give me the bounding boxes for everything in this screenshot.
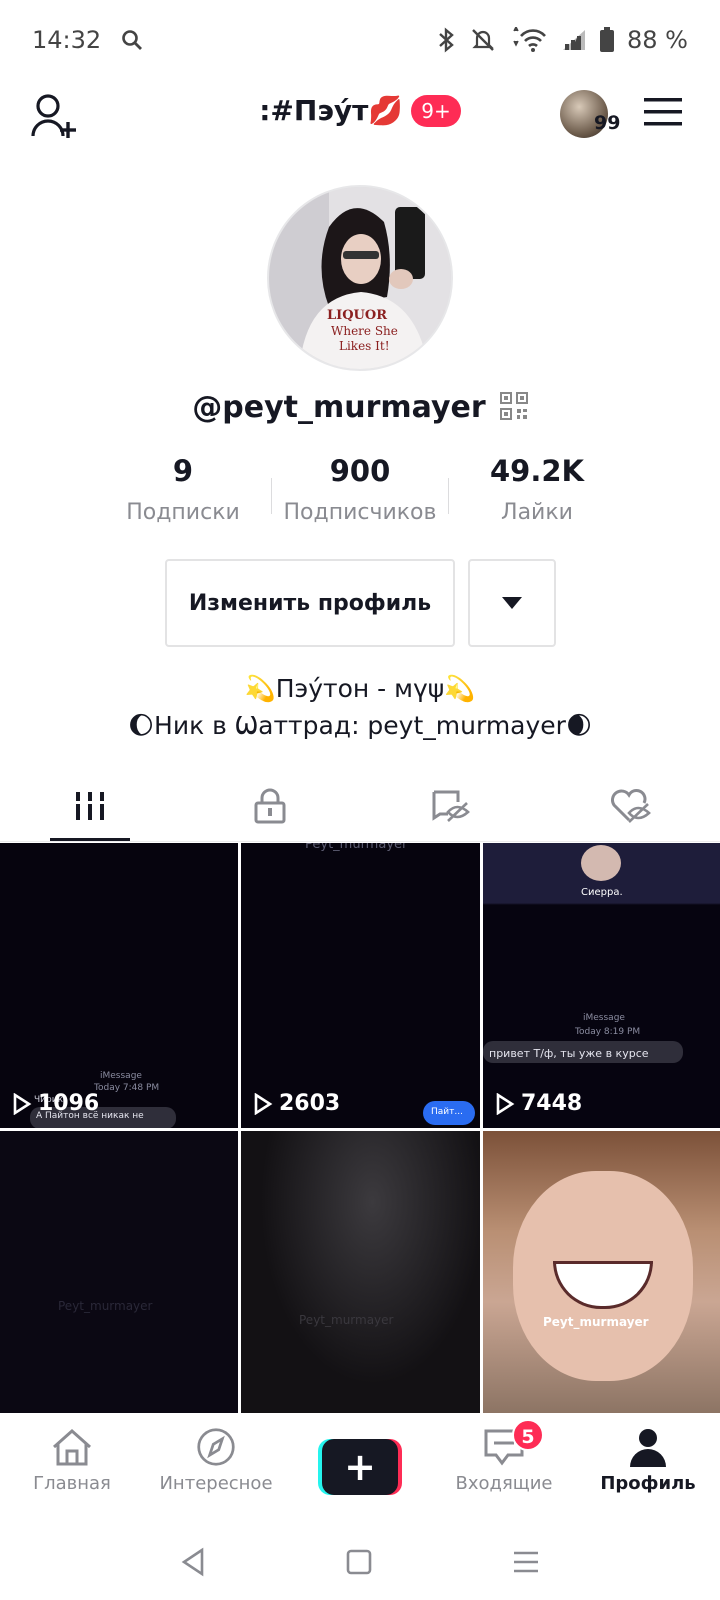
tagged-icon: [432, 790, 470, 822]
nav-inbox-label: Входящие: [455, 1473, 553, 1494]
compass-icon: [197, 1428, 235, 1466]
nav-home-label: Главная: [33, 1473, 111, 1494]
view-count: 7448: [495, 1091, 582, 1116]
likes-label: Лайки: [501, 500, 573, 525]
grid-icon: [76, 791, 104, 820]
play-icon: [496, 1092, 515, 1115]
play-icon: [254, 1092, 273, 1115]
signal-icon: [561, 28, 587, 52]
qr-code-icon[interactable]: [499, 391, 528, 424]
bottom-nav: Главная Интересное + 5 Входящие Профиль: [0, 1413, 720, 1528]
header-avatar-count: 99: [594, 112, 621, 134]
video-thumbnail[interactable]: Peyt_murmayer: [483, 1131, 720, 1413]
stat-likes[interactable]: 49.2K Лайки: [449, 450, 625, 530]
view-count-value: 1096: [38, 1091, 100, 1116]
tab-liked[interactable]: [540, 770, 720, 841]
menu-button[interactable]: [644, 97, 682, 127]
profile-stats: 9 Подписки 900 Подписчиков 49.2K Лайки: [95, 450, 625, 530]
tab-tagged[interactable]: [360, 770, 540, 841]
username-row: @peyt_murmayer: [0, 390, 720, 425]
play-icon: [13, 1092, 32, 1115]
battery-percent: 88 %: [627, 26, 688, 54]
view-count: 2603: [253, 1091, 340, 1116]
create-button[interactable]: +: [318, 1439, 402, 1495]
suggested-accounts-button[interactable]: [468, 559, 556, 647]
liked-hidden-icon: [611, 788, 651, 823]
inbox-badge: 5: [512, 1419, 544, 1451]
content-tabs: [0, 770, 720, 842]
profile-bio: 💫Пэýтон - мүψ💫 🌔Ник в Ѡаттрад: peyt_murm…: [0, 670, 720, 744]
following-label: Подписки: [126, 500, 240, 525]
contact-avatar: [581, 845, 621, 881]
nav-home[interactable]: Главная: [0, 1413, 144, 1528]
followers-label: Подписчиков: [283, 500, 437, 525]
nav-inbox[interactable]: 5 Входящие: [432, 1413, 576, 1528]
thumbnail-text: Today 7:48 PM: [94, 1083, 160, 1093]
back-icon[interactable]: [180, 1547, 206, 1581]
nav-create[interactable]: +: [288, 1413, 432, 1528]
bluetooth-icon: [435, 27, 457, 53]
bio-line-1: 💫Пэýтон - мүψ💫: [244, 674, 476, 703]
home-square-icon[interactable]: [346, 1549, 372, 1579]
bio-line-2: 🌔Ник в Ѡаттрад: peyt_murmayer🌒: [127, 711, 593, 740]
search-icon: [121, 29, 143, 51]
view-count: 1096: [12, 1091, 99, 1116]
notifications-badge: 9+: [411, 94, 461, 127]
video-grid: iMessage Today 7:48 PM Чирик А Пайтон вс…: [0, 843, 720, 1413]
thumbnail-watermark: Peyt_murmayer: [299, 1313, 394, 1327]
nav-profile[interactable]: Профиль: [576, 1413, 720, 1528]
svg-text:Likes It!: Likes It!: [339, 339, 390, 353]
view-count-value: 2603: [279, 1091, 341, 1116]
mute-icon: [469, 26, 497, 54]
profile-header: :#Пэýт💋 9+ 99: [0, 80, 720, 150]
thumbnail-watermark: Peyt_murmayer: [305, 843, 408, 852]
thumbnail-text: Today 8:19 PM: [575, 1027, 641, 1037]
thumbnail-text: iMessage: [583, 1013, 625, 1023]
thumbnail-text: Пайт...: [431, 1107, 463, 1117]
recents-icon[interactable]: [512, 1549, 540, 1579]
followers-count: 900: [329, 454, 391, 488]
tab-videos[interactable]: [0, 770, 180, 841]
avatar-photo: LIQUOR Where She Likes It!: [269, 187, 451, 369]
profile-icon: [630, 1429, 666, 1467]
profile-avatar[interactable]: LIQUOR Where She Likes It!: [267, 185, 453, 371]
lock-icon: [254, 788, 286, 823]
home-icon: [53, 1428, 91, 1466]
following-count: 9: [172, 454, 194, 488]
wifi-icon: [509, 27, 549, 53]
thumbnail-watermark: Peyt_murmayer: [58, 1299, 153, 1313]
thumbnail-text: Сиерра.: [581, 887, 623, 898]
video-thumbnail[interactable]: Peyt_murmayer: [241, 1131, 480, 1413]
tab-private[interactable]: [180, 770, 360, 841]
nav-profile-label: Профиль: [600, 1473, 696, 1494]
thumbnail-text: iMessage: [100, 1071, 142, 1081]
edit-profile-button[interactable]: Изменить профиль: [165, 559, 455, 647]
status-time: 14:32: [32, 26, 102, 54]
username: @peyt_murmayer: [192, 390, 486, 425]
view-count-value: 7448: [521, 1091, 583, 1116]
nav-discover-label: Интересное: [159, 1473, 273, 1494]
system-nav-bar: [0, 1528, 720, 1600]
stat-following[interactable]: 9 Подписки: [95, 450, 271, 530]
video-thumbnail[interactable]: Peyt_murmayer Пайт... 2603: [241, 843, 480, 1128]
nav-discover[interactable]: Интересное: [144, 1413, 288, 1528]
hamburger-icon: [644, 98, 682, 126]
video-thumbnail[interactable]: Сиерра. iMessage Today 8:19 PM привет Т/…: [483, 843, 720, 1128]
svg-text:Where She: Where She: [331, 324, 398, 338]
battery-icon: [599, 27, 615, 53]
caret-down-icon: [502, 597, 522, 609]
stat-followers[interactable]: 900 Подписчиков: [272, 450, 448, 530]
video-thumbnail[interactable]: iMessage Today 7:48 PM Чирик А Пайтон вс…: [0, 843, 238, 1128]
status-bar: 14:32 88 %: [0, 0, 720, 80]
thumbnail-text: привет Т/ф, ты уже в курсе: [489, 1047, 649, 1060]
profile-title: :#Пэýт💋: [259, 94, 404, 127]
video-thumbnail[interactable]: Peyt_murmayer: [0, 1131, 238, 1413]
plus-icon: +: [322, 1439, 398, 1495]
thumbnail-watermark: Peyt_murmayer: [543, 1315, 649, 1329]
likes-count: 49.2K: [489, 454, 585, 488]
svg-text:LIQUOR: LIQUOR: [327, 308, 387, 323]
